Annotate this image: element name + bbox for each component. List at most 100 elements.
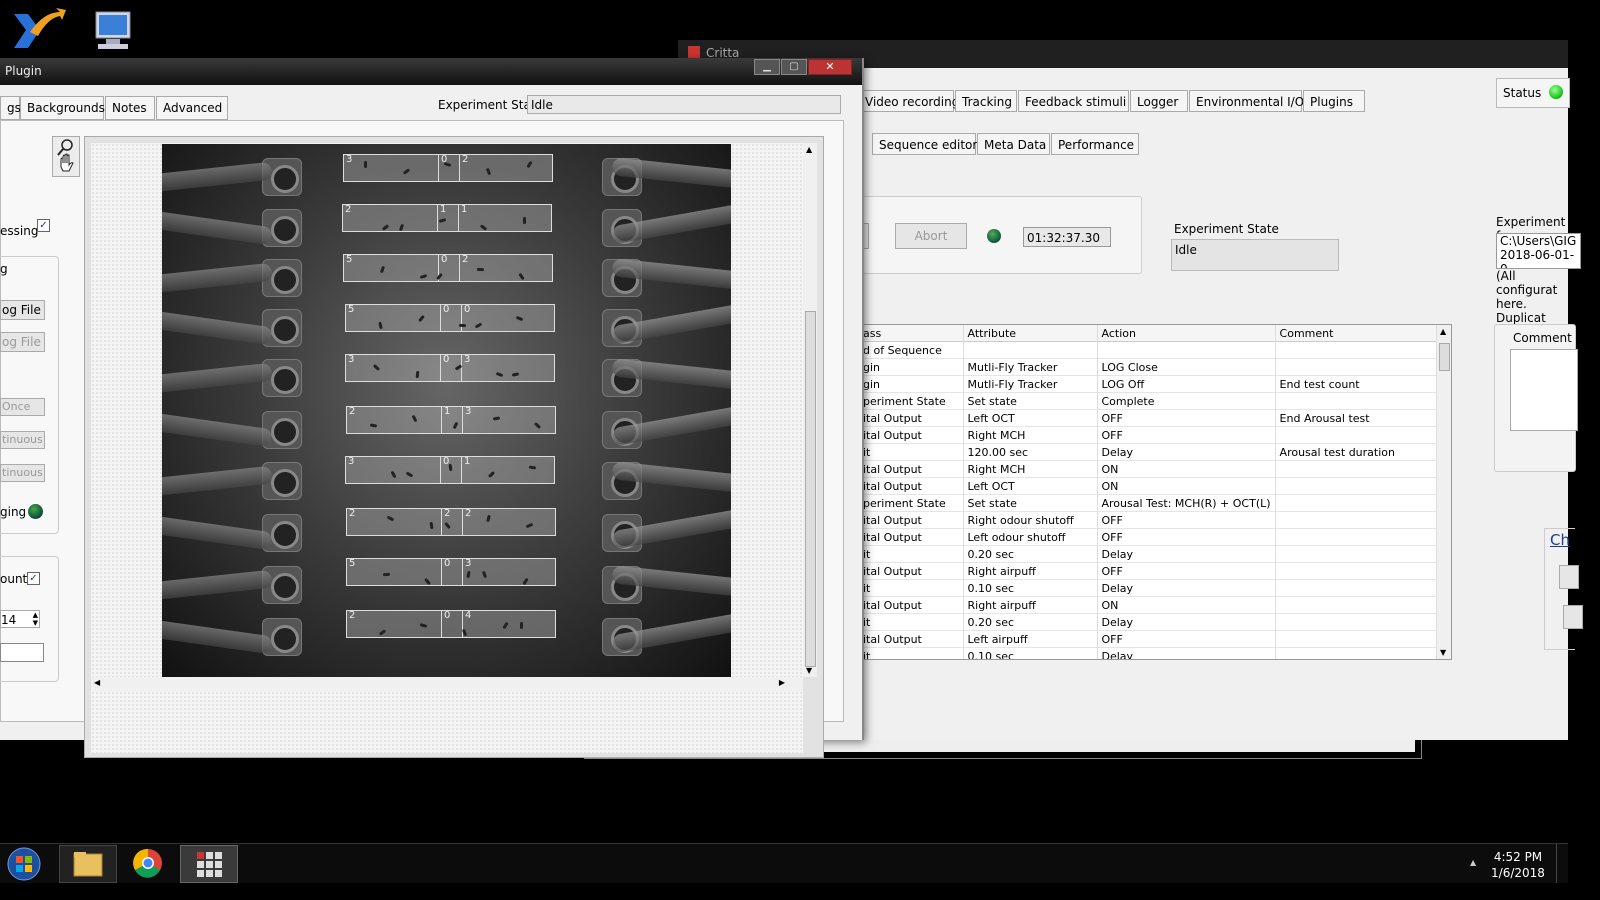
image-viewer[interactable]: 302 211 502 500 303 213 301 222 503 204 ▲ ▼ ◀ ▶ (84, 136, 824, 758)
sequence-table[interactable]: ass Attribute Action Comment d of Sequen… (858, 324, 1452, 660)
roi-divider (462, 559, 463, 585)
status-box: Status (1496, 78, 1570, 108)
open-log-file-button[interactable]: og File (0, 300, 45, 320)
table-row[interactable]: it 120.00 sec Delay Arousal test duration (859, 443, 1444, 461)
start-button[interactable] (4, 846, 44, 882)
viewer-vscroll-thumb[interactable] (805, 311, 816, 667)
tab-settings[interactable]: gs (0, 96, 21, 120)
show-desktop-button[interactable] (1556, 844, 1569, 883)
socket-hole (271, 165, 299, 193)
table-row[interactable]: d of Sequence (859, 341, 1444, 359)
show-hidden-icons-icon[interactable]: ▲ (1470, 858, 1476, 867)
crittaf-app-button[interactable] (180, 845, 238, 883)
table-row[interactable]: periment State Set state Arousal Test: MCH… (859, 494, 1444, 512)
table-row[interactable]: ital Output Left airpuff OFF (859, 630, 1444, 648)
fly-mark (485, 167, 492, 176)
viewer-vscroll[interactable]: ▲ ▼ (803, 143, 817, 677)
viewer-scroll-up-icon[interactable]: ▲ (806, 145, 812, 154)
column-header-comment[interactable]: Comment (1275, 325, 1444, 342)
zoom-pan-tool[interactable] (52, 136, 80, 177)
table-row[interactable]: ital Output Right airpuff OFF (859, 562, 1444, 580)
roi-divider (441, 407, 442, 433)
table-row[interactable]: ital Output Left odour shutoff OFF (859, 528, 1444, 546)
roi-chamber[interactable]: 5 0 2 (343, 254, 553, 282)
roi-chamber[interactable]: 5 0 3 (346, 558, 556, 586)
count-spinner[interactable]: 14 ▲ ▼ (0, 610, 40, 628)
table-scrollbar[interactable]: ▲ ▼ (1436, 325, 1451, 659)
tab-backgrounds[interactable]: Backgrounds (20, 96, 105, 120)
table-row[interactable]: it 0.10 sec Delay (859, 647, 1444, 659)
roi-count: 1 (444, 406, 451, 417)
roi-chamber[interactable]: 2 0 4 (346, 610, 556, 638)
column-header-class[interactable]: ass (859, 325, 964, 342)
continuous-button-1[interactable]: tinuous (0, 431, 45, 449)
tab-feedback-stimuli[interactable]: Feedback stimuli (1018, 90, 1129, 112)
table-row[interactable]: it 0.20 sec Delay (859, 545, 1444, 563)
maximize-button[interactable]: ▢ (781, 59, 807, 75)
abort-button[interactable]: Abort (895, 223, 967, 249)
table-scroll-thumb[interactable] (1439, 343, 1450, 371)
viewer-scroll-down-icon[interactable]: ▼ (806, 666, 812, 675)
roi-chamber[interactable]: 2 1 3 (346, 406, 556, 434)
table-row[interactable]: periment State Set state Complete (859, 392, 1444, 410)
minimize-button[interactable]: ▁ (754, 59, 780, 75)
table-row[interactable]: gin Mutli-Fly Tracker LOG Close (859, 358, 1444, 376)
viewer-scroll-left-icon[interactable]: ◀ (94, 678, 100, 687)
tab-video-recording[interactable]: Video recording (858, 90, 959, 112)
roi-divider (458, 205, 459, 231)
once-button[interactable]: Once (0, 398, 45, 416)
roi-chamber[interactable]: 3 0 3 (345, 354, 555, 382)
table-row[interactable]: it 0.10 sec Delay (859, 579, 1444, 597)
table-cell: 0.10 sec (963, 647, 1098, 659)
chrome-button[interactable] (120, 845, 176, 881)
tab-advanced[interactable]: Advanced (156, 96, 228, 120)
viewer-scroll-right-icon[interactable]: ▶ (779, 678, 785, 687)
tab-tracking[interactable]: Tracking (955, 90, 1017, 112)
close-button[interactable]: ✕ (808, 59, 852, 75)
table-row[interactable]: ital Output Left OCT ON (859, 477, 1444, 495)
tab-performance[interactable]: Performance (1051, 133, 1139, 155)
table-row[interactable]: ital Output Left OCT OFF End Arousal test (859, 409, 1444, 427)
tab-logger[interactable]: Logger (1130, 90, 1188, 112)
column-header-action[interactable]: Action (1097, 325, 1276, 342)
table-row[interactable]: gin Mutli-Fly Tracker LOG Off End test coun… (859, 375, 1444, 393)
table-cell: ital Output (859, 477, 964, 495)
tab-environmental-io[interactable]: Environmental I/O (1189, 90, 1304, 112)
table-row[interactable]: ital Output Right airpuff ON (859, 596, 1444, 614)
roi-chamber[interactable]: 2 1 1 (342, 204, 552, 232)
tab-meta-data[interactable]: Meta Data (977, 133, 1050, 155)
tab-sequence-editor[interactable]: Sequence editor (872, 133, 977, 155)
roi-chamber[interactable]: 5 0 0 (345, 304, 555, 332)
close-log-file-button[interactable]: og File (0, 332, 45, 352)
comment-textarea[interactable] (1510, 349, 1578, 431)
column-header-attribute[interactable]: Attribute (963, 325, 1098, 342)
table-row[interactable]: ital Output Right odour shutoff OFF (859, 511, 1444, 529)
table-row[interactable]: ital Output Right MCH OFF (859, 426, 1444, 444)
roi-chamber[interactable]: 302 (343, 154, 553, 182)
processing-checkbox[interactable]: ✓ (37, 219, 50, 232)
spinner-arrows-icon[interactable]: ▲ ▼ (33, 611, 38, 627)
table-cell: Delay (1097, 613, 1276, 631)
viewer-hscroll[interactable]: ◀ ▶ (91, 677, 803, 691)
table-cell: it (859, 443, 964, 461)
table-row[interactable]: it 0.20 sec Delay (859, 613, 1444, 631)
socket-hole (271, 625, 299, 653)
roi-divider (437, 205, 438, 231)
ch-button-2[interactable] (1563, 605, 1583, 629)
count-display[interactable] (0, 643, 44, 662)
experiment-folder-field[interactable]: C:\Users\GIG 2018-06-01-0 (1496, 233, 1581, 269)
scroll-up-arrow-icon[interactable]: ▲ (1440, 327, 1446, 336)
table-row[interactable]: ital Output Right MCH ON (859, 460, 1444, 478)
tab-plugins[interactable]: Plugins (1303, 90, 1365, 112)
count-checkbox[interactable]: ✓ (27, 572, 40, 585)
computer-icon[interactable] (86, 8, 142, 60)
roi-chamber[interactable]: 2 2 2 (346, 508, 556, 536)
clock[interactable]: 4:52 PM 1/6/2018 (1488, 849, 1548, 881)
app-shortcut-icon[interactable] (10, 6, 66, 58)
continuous-button-2[interactable]: tinuous (0, 464, 45, 482)
tab-notes[interactable]: Notes (105, 96, 155, 120)
ch-button-1[interactable] (1559, 565, 1579, 589)
roi-chamber[interactable]: 301 (345, 456, 555, 484)
file-explorer-button[interactable] (59, 845, 117, 883)
scroll-down-arrow-icon[interactable]: ▼ (1440, 648, 1446, 657)
